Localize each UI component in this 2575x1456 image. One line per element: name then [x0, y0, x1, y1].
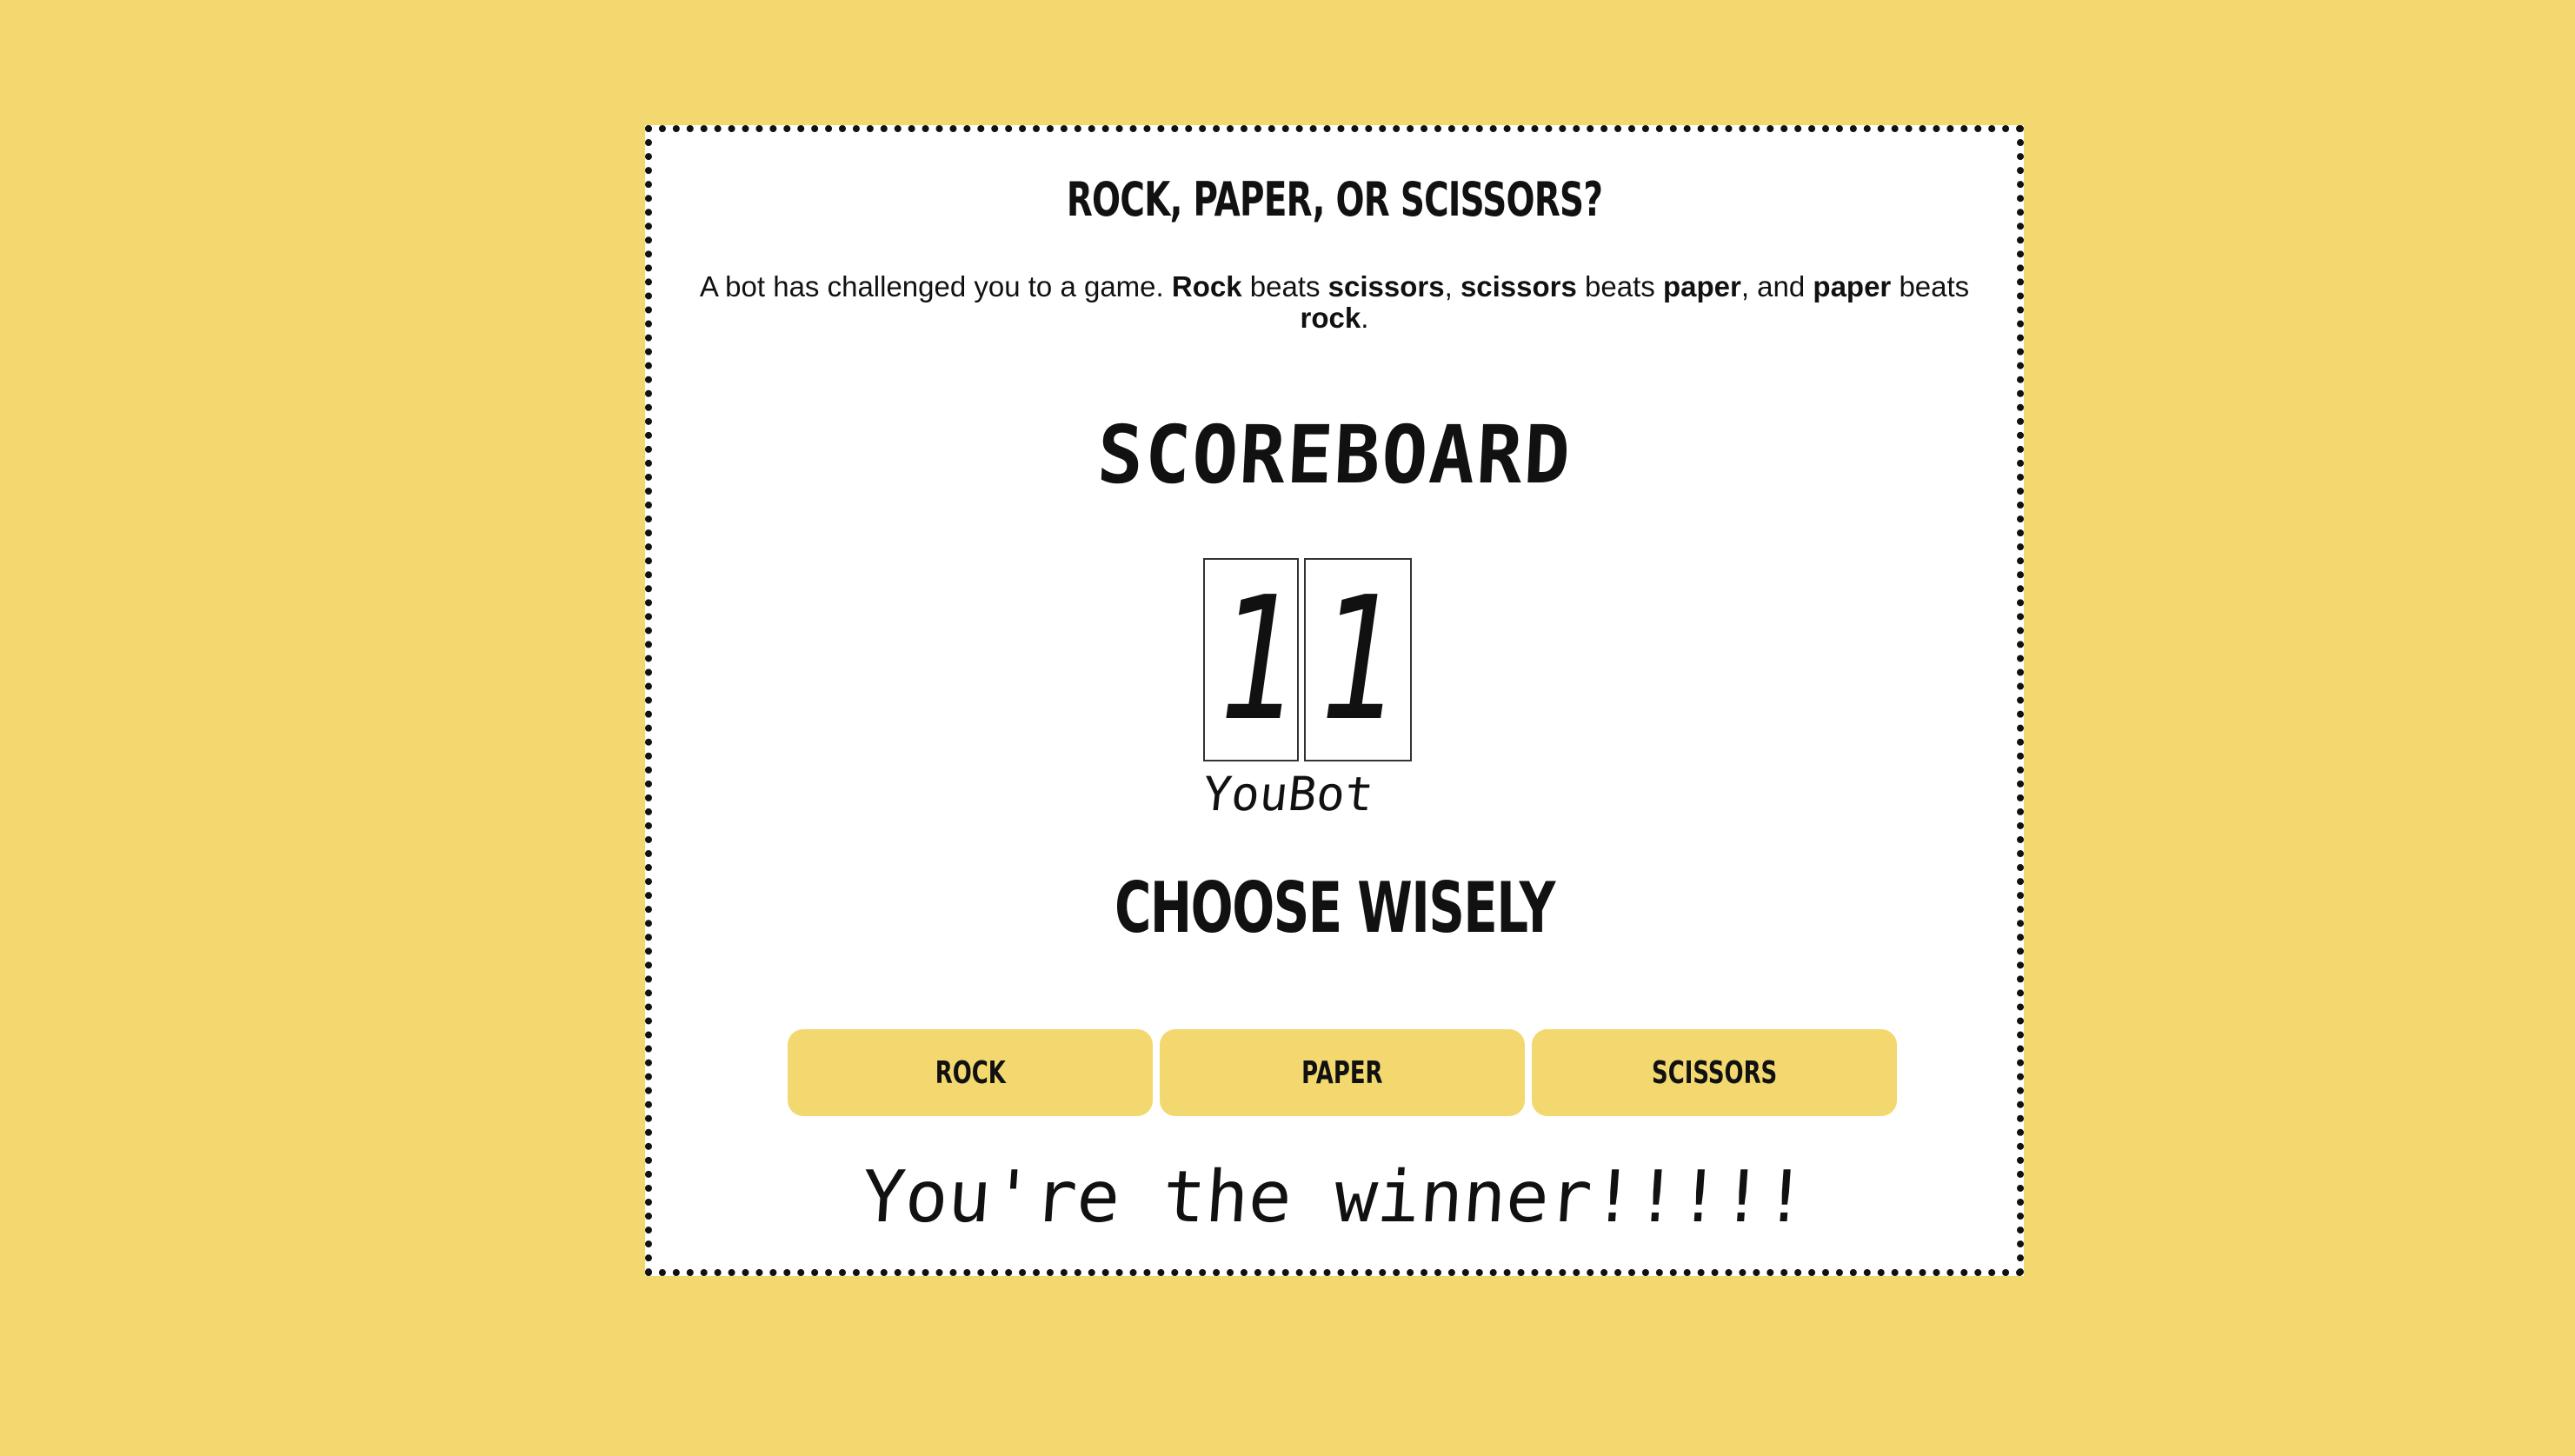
intro-scissors: scissors — [1460, 270, 1577, 303]
paper-button[interactable]: PAPER — [1160, 1029, 1525, 1116]
scoreboard: 1 1 — [1203, 558, 1473, 767]
intro-scissors: scissors — [1327, 270, 1445, 303]
scissors-button-label: SCISSORS — [1651, 1054, 1778, 1091]
scissors-button[interactable]: SCISSORS — [1532, 1029, 1897, 1116]
intro-part: beats — [1576, 270, 1663, 303]
player-label: You — [1200, 767, 1291, 821]
scoreboard-title: SCOREBOARD — [1095, 409, 1574, 502]
intro-part: beats — [1891, 270, 1970, 303]
player-score: 1 — [1203, 558, 1314, 761]
choice-buttons: ROCK PAPER SCISSORS — [788, 1029, 1897, 1116]
intro-part: A bot has challenged you to a game. — [699, 270, 1172, 303]
score-labels: YouBot — [1200, 767, 1429, 821]
intro-part: beats — [1241, 270, 1328, 303]
bot-score-value: 1 — [1305, 561, 1415, 759]
rock-button-label: ROCK — [935, 1054, 1006, 1091]
bot-score: 1 — [1304, 558, 1415, 761]
bot-label: Bot — [1285, 767, 1376, 821]
paper-button-label: PAPER — [1301, 1054, 1383, 1091]
rock-button[interactable]: ROCK — [788, 1029, 1153, 1116]
choose-title: CHOOSE WISELY — [1115, 868, 1555, 948]
result-message: You're the winner!!!!! — [859, 1156, 1810, 1239]
player-score-value: 1 — [1204, 561, 1314, 759]
intro-part: , — [1444, 270, 1460, 303]
game-card: ROCK, PAPER, OR SCISSORS? A bot has chal… — [645, 125, 2024, 1276]
page-title: ROCK, PAPER, OR SCISSORS? — [1066, 172, 1603, 227]
intro-text: A bot has challenged you to a game. Rock… — [687, 271, 1982, 334]
intro-paper: paper — [1662, 270, 1741, 303]
intro-rock: rock — [1300, 302, 1361, 334]
intro-rock: Rock — [1171, 270, 1242, 303]
intro-paper: paper — [1813, 270, 1892, 303]
intro-part: , and — [1740, 270, 1813, 303]
intro-part: . — [1361, 302, 1369, 334]
